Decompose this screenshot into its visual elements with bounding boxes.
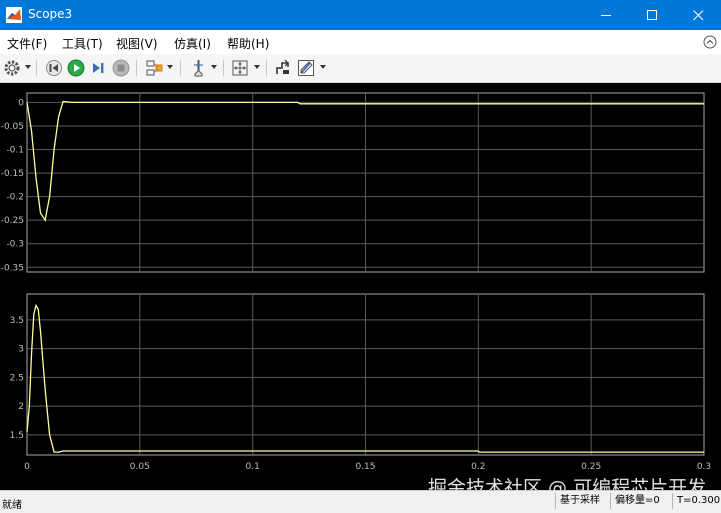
style-icon: [298, 60, 314, 76]
scope-axes-2[interactable]: 0 0.05 0.1 0.15 0.2 0.25 0.3 1.5 2 2.5 3 3.5: [10, 293, 711, 472]
zoom-fit-icon: [232, 60, 248, 76]
scope-axes-1[interactable]: 0 -0.05 -0.1 -0.15 -0.2 -0.25 -0.3 -0.35: [1, 92, 705, 273]
settings-button[interactable]: [2, 58, 22, 78]
minimize-button[interactable]: [583, 0, 629, 30]
y-tick-label: 3.5: [10, 316, 24, 326]
minimize-icon: [601, 15, 611, 16]
step-back-icon: [46, 60, 62, 76]
y-tick-label: 2.5: [10, 373, 24, 383]
highlight-dropdown-icon[interactable]: [167, 65, 173, 69]
stop-icon: [112, 59, 130, 77]
scale-button[interactable]: [273, 58, 293, 78]
menu-simulation[interactable]: 仿真(I): [174, 35, 211, 52]
toolbar: [0, 54, 721, 83]
gear-icon: [4, 60, 20, 76]
y-tick-label: 3: [18, 345, 24, 355]
y-tick-label: -0.3: [6, 240, 24, 250]
style-dropdown-icon[interactable]: [320, 65, 326, 69]
matlab-logo-icon: [6, 7, 22, 23]
status-sample-based: 基于采样: [555, 493, 600, 509]
title-bar: Scope3: [0, 0, 721, 30]
y-tick-label: -0.15: [1, 169, 24, 179]
y-tick-label: -0.25: [1, 216, 24, 226]
step-back-button[interactable]: [44, 58, 64, 78]
run-button[interactable]: [66, 58, 86, 78]
scope-axes: 0-0.05-0.1-0.15-0.2-0.25-0.3-0.35 0 0.05 0…: [1, 92, 711, 472]
y-tick-label: 1.5: [10, 431, 24, 441]
x-tick-label: 0.1: [246, 462, 260, 472]
status-bar: 就绪 基于采样 偏移量=0 T=0.300: [0, 490, 721, 513]
menu-help[interactable]: 帮助(H): [227, 35, 269, 52]
toolbar-separator: [136, 60, 137, 76]
maximize-icon: [647, 10, 657, 20]
zoom-dropdown-icon[interactable]: [254, 65, 260, 69]
step-forward-button[interactable]: [88, 58, 108, 78]
style-button[interactable]: [296, 58, 316, 78]
status-time: T=0.300: [672, 493, 720, 509]
y-tick-label: 0: [18, 98, 24, 108]
y-tick-label: -0.1: [6, 146, 24, 156]
window-title: Scope3: [28, 7, 73, 21]
cursor-measure-icon: [194, 60, 203, 77]
y-tick-label: 2: [18, 402, 24, 412]
y-tick-label: -0.35: [1, 263, 24, 273]
x-tick-label: 0.05: [130, 462, 150, 472]
x-tick-label: 0.3: [697, 462, 711, 472]
x-tick-label: 0.2: [471, 462, 485, 472]
close-button[interactable]: [675, 0, 721, 30]
stop-button[interactable]: [111, 58, 131, 78]
status-ready: 就绪: [2, 500, 22, 511]
scope-plot-area: 0 -0.05 -0.1 -0.15 -0.2 -0.25 -0.3 -0.35 0 0.05 0…: [0, 83, 721, 490]
x-tick-label: 0.25: [581, 462, 601, 472]
menu-tools[interactable]: 工具(T): [62, 35, 103, 52]
toolbar-separator: [180, 60, 181, 76]
settings-dropdown-icon[interactable]: [25, 65, 31, 69]
x-tick-label: 0: [24, 462, 30, 472]
toolbar-separator: [266, 60, 267, 76]
cursor-dropdown-icon[interactable]: [211, 65, 217, 69]
status-offset: 偏移量=0: [610, 493, 660, 509]
highlight-button[interactable]: [144, 58, 164, 78]
run-icon: [67, 59, 85, 77]
toolbar-separator: [36, 60, 37, 76]
menu-file[interactable]: 文件(F): [7, 35, 47, 52]
menu-bar: 文件(F) 工具(T) 视图(V) 仿真(I) 帮助(H): [0, 30, 721, 54]
zoom-fit-button[interactable]: [230, 58, 250, 78]
y-tick-label: -0.05: [1, 122, 24, 132]
maximize-button[interactable]: [629, 0, 675, 30]
x-tick-label: 0.15: [355, 462, 375, 472]
menu-view[interactable]: 视图(V): [116, 35, 158, 52]
step-forward-icon: [93, 63, 104, 73]
scale-icon: [276, 59, 289, 74]
y-tick-label: -0.2: [6, 193, 24, 203]
cursor-measure-button[interactable]: [189, 58, 209, 78]
toolbar-separator: [223, 60, 224, 76]
menu-collapse-icon[interactable]: [703, 35, 717, 49]
close-icon: [693, 10, 704, 21]
highlight-icon: [146, 60, 163, 76]
